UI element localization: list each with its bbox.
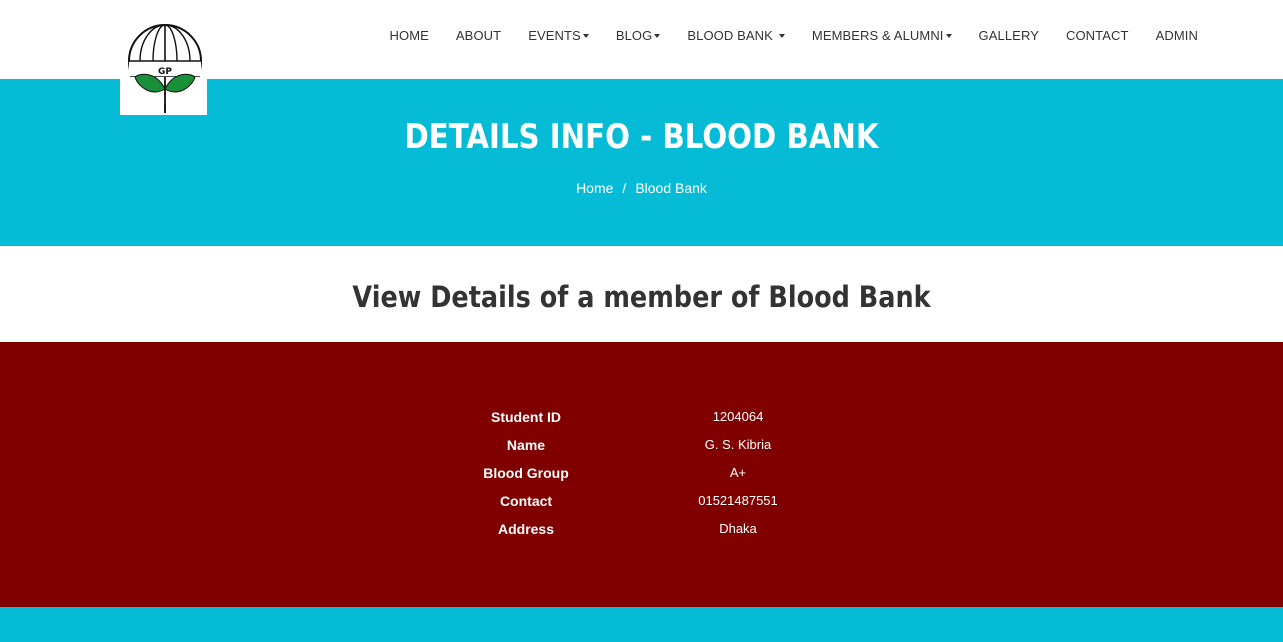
nav-home-label: HOME [389,28,429,43]
breadcrumb-separator: / [622,180,627,196]
nav-admin-label: ADMIN [1155,28,1198,43]
nav-blood-bank-label: BLOOD BANK [687,28,773,43]
caret-down-icon [654,34,661,38]
detail-label: Address [497,521,555,537]
detail-row-contact: Contact 01521487551 [0,493,1283,515]
caret-down-icon [778,34,785,38]
detail-label: Contact [499,493,553,509]
nav-gallery-label: GALLERY [978,28,1039,43]
nav-members-alumni[interactable]: MEMBERS & ALUMNI [798,28,965,43]
member-details-panel: Student ID 1204064 Name G. S. Kibria Blo… [0,342,1283,607]
breadcrumb-home-link[interactable]: Home [576,180,613,196]
detail-value: A+ [729,465,747,480]
footer-band [0,607,1283,642]
nav-blog[interactable]: BLOG [602,28,674,43]
detail-value: G. S. Kibria [704,437,772,452]
detail-value: 1204064 [712,409,764,424]
section-heading: View Details of a member of Blood Bank [352,280,931,314]
nav-home[interactable]: HOME [376,28,442,43]
nav-members-alumni-label: MEMBERS & ALUMNI [811,28,944,43]
caret-down-icon [945,34,952,38]
nav-contact[interactable]: CONTACT [1052,28,1142,43]
nav-contact-label: CONTACT [1065,28,1129,43]
page-title: DETAILS INFO - BLOOD BANK [404,117,879,157]
breadcrumb: Home / Blood Bank [0,180,1283,196]
main-nav: HOME ABOUT EVENTS BLOG BLOOD BANK MEMBER… [376,0,1211,71]
detail-row-student-id: Student ID 1204064 [0,409,1283,431]
nav-about[interactable]: ABOUT [442,28,514,43]
site-header: GP HOME ABOUT EVENTS BLOG BLOOD BANK MEM… [0,0,1283,115]
detail-row-name: Name G. S. Kibria [0,437,1283,459]
nav-blood-bank[interactable]: BLOOD BANK [674,28,799,43]
detail-label: Blood Group [483,465,569,481]
logo-text: GP [158,67,172,77]
detail-label: Name [506,437,546,453]
detail-value: 01521487551 [698,493,778,508]
nav-blog-label: BLOG [615,28,653,43]
nav-events-label: EVENTS [528,28,581,43]
detail-value: Dhaka [719,521,757,536]
globe-plant-icon: GP [128,24,202,113]
detail-row-blood-group: Blood Group A+ [0,465,1283,487]
breadcrumb-current: Blood Bank [635,180,707,196]
nav-admin[interactable]: ADMIN [1142,28,1211,43]
caret-down-icon [582,34,589,38]
detail-row-address: Address Dhaka [0,521,1283,543]
detail-label: Student ID [491,409,561,425]
nav-about-label: ABOUT [455,28,502,43]
site-logo[interactable]: GP [120,19,207,115]
nav-events[interactable]: EVENTS [515,28,603,43]
nav-gallery[interactable]: GALLERY [965,28,1052,43]
